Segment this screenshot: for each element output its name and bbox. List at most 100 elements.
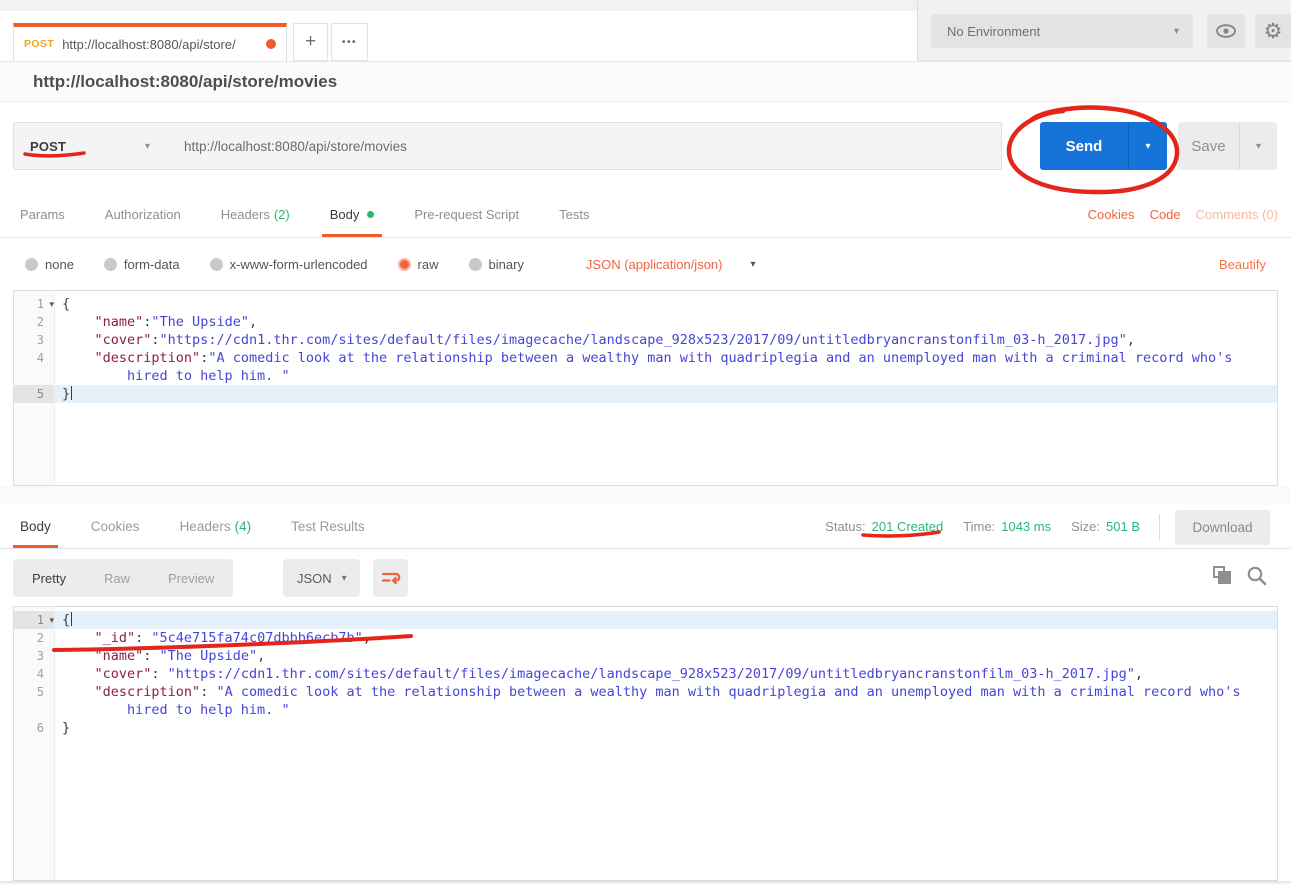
view-raw[interactable]: Raw (85, 571, 149, 586)
tab-headers[interactable]: Headers (2) (221, 191, 290, 237)
response-body-editor[interactable]: 1▾{2"_id": "5c4e715fa74c07dbbb6ecb7b",3"… (13, 606, 1278, 881)
environment-select[interactable]: No Environment ▾ (931, 14, 1193, 48)
tab-body[interactable]: Body (330, 191, 375, 237)
gutter-line-number: 5 (14, 385, 54, 403)
method-select[interactable]: POST ▾ (13, 122, 167, 170)
tab-response-cookies[interactable]: Cookies (91, 505, 140, 548)
bodytype-radio-raw[interactable]: raw (398, 257, 439, 272)
bodytype-radio-binary[interactable]: binary (469, 257, 524, 272)
chevron-down-icon: ▾ (342, 573, 347, 584)
size-value: 501 B (1106, 519, 1140, 534)
send-button[interactable]: Send (1040, 122, 1128, 170)
code-line[interactable]: 2"_id": "5c4e715fa74c07dbbb6ecb7b", (14, 629, 1277, 647)
beautify-link[interactable]: Beautify (1219, 257, 1266, 272)
radio-icon (25, 258, 38, 271)
environment-label: No Environment (931, 24, 1040, 39)
request-tab-method-label: POST (24, 38, 54, 50)
url-input[interactable]: http://localhost:8080/api/store/movies (166, 122, 1002, 170)
response-toolbar: Pretty Raw Preview JSON ▾ (0, 549, 1291, 606)
response-headers-count-badge: (4) (235, 519, 252, 534)
radio-icon (210, 258, 223, 271)
wrap-lines-icon (381, 570, 401, 587)
code-line-text: "description": "A comedic look at the re… (54, 683, 1277, 719)
fold-arrow-icon[interactable]: ▾ (49, 296, 54, 314)
bodytype-radio-none[interactable]: none (25, 257, 74, 272)
new-tab-button[interactable]: + (293, 23, 328, 61)
view-pretty[interactable]: Pretty (13, 571, 85, 586)
code-line[interactable]: 5"description": "A comedic look at the r… (14, 683, 1277, 719)
fold-arrow-icon[interactable]: ▾ (49, 612, 54, 630)
save-button[interactable]: Save (1178, 122, 1239, 170)
meta-divider (1159, 514, 1160, 540)
code-line[interactable]: 1▾{ (14, 295, 1277, 313)
save-options-dropdown[interactable]: ▾ (1239, 122, 1277, 170)
tab-response-headers[interactable]: Headers (4) (180, 505, 252, 548)
radio-icon (104, 258, 117, 271)
code-line[interactable]: 4"cover": "https://cdn1.thr.com/sites/de… (14, 665, 1277, 683)
response-meta: Status: 201 Created Time: 1043 ms Size: … (825, 505, 1140, 548)
bodytype-radio-form-data[interactable]: form-data (104, 257, 180, 272)
section-gap (0, 486, 1291, 505)
environment-quick-look-button[interactable] (1207, 14, 1245, 48)
chevron-down-icon: ▾ (1145, 141, 1150, 152)
ellipsis-icon: ••• (342, 37, 357, 48)
chevron-down-icon: ▾ (750, 259, 755, 270)
code-line[interactable]: 3"cover":"https://cdn1.thr.com/sites/def… (14, 331, 1277, 349)
code-line[interactable]: 2"name":"The Upside", (14, 313, 1277, 331)
code-line[interactable]: 6} (14, 719, 1277, 737)
code-line[interactable]: 4"description":"A comedic look at the re… (14, 349, 1277, 385)
wrap-lines-button[interactable] (373, 559, 408, 597)
url-text: http://localhost:8080/api/store/movies (166, 139, 407, 154)
gear-icon: ⚙ (1264, 21, 1283, 42)
time-label: Time: (963, 519, 995, 534)
method-label: POST (14, 139, 66, 154)
gutter-line-number: 5 (14, 683, 54, 719)
headers-count-badge: (2) (274, 207, 290, 222)
search-icon (1245, 564, 1269, 588)
code-line[interactable]: 1▾{ (14, 611, 1277, 629)
code-line-text: } (54, 385, 1277, 403)
gutter-line-number: 2 (14, 629, 54, 647)
body-filled-dot-icon (367, 211, 374, 218)
send-options-dropdown[interactable]: ▾ (1128, 122, 1167, 170)
request-body-editor[interactable]: 1▾{2"name":"The Upside",3"cover":"https:… (13, 290, 1278, 486)
download-button[interactable]: Download (1175, 510, 1270, 545)
view-preview[interactable]: Preview (149, 571, 233, 586)
radio-icon (469, 258, 482, 271)
response-format-select[interactable]: JSON ▾ (283, 559, 360, 597)
gutter-line-number: 4 (14, 665, 54, 683)
code-line-text: "cover": "https://cdn1.thr.com/sites/def… (54, 665, 1277, 683)
request-builder: POST ▾ http://localhost:8080/api/store/m… (0, 102, 1291, 191)
more-tabs-button[interactable]: ••• (331, 23, 368, 61)
code-line[interactable]: 3"name": "The Upside", (14, 647, 1277, 665)
tab-response-body[interactable]: Body (20, 505, 51, 548)
time-value: 1043 ms (1001, 519, 1051, 534)
settings-button[interactable]: ⚙ (1255, 14, 1291, 48)
tab-pre-request-script[interactable]: Pre-request Script (414, 191, 519, 237)
copy-response-button[interactable] (1212, 565, 1236, 589)
gutter-line-number: 3 (14, 331, 54, 349)
cookies-link[interactable]: Cookies (1088, 207, 1135, 222)
gutter-line-number: 3 (14, 647, 54, 665)
bodytype-radio-urlencoded[interactable]: x-www-form-urlencoded (210, 257, 368, 272)
chevron-down-icon: ▾ (145, 141, 150, 152)
request-tab[interactable]: POST http://localhost:8080/api/store/ (13, 23, 287, 61)
content-type-select[interactable]: JSON (application/json) ▾ (586, 257, 756, 272)
tab-tests[interactable]: Tests (559, 191, 589, 237)
comments-link[interactable]: Comments (0) (1196, 207, 1278, 222)
code-line-text: "name":"The Upside", (54, 313, 1277, 331)
code-line-text: "_id": "5c4e715fa74c07dbbb6ecb7b", (54, 629, 1277, 647)
search-response-button[interactable] (1245, 564, 1269, 588)
code-link[interactable]: Code (1150, 207, 1181, 222)
save-button-group: Save ▾ (1178, 122, 1277, 170)
body-type-row: none form-data x-www-form-urlencoded raw… (0, 238, 1291, 290)
radio-selected-icon (398, 258, 411, 271)
code-line[interactable]: 5} (14, 385, 1277, 403)
tab-authorization[interactable]: Authorization (105, 191, 181, 237)
tab-test-results[interactable]: Test Results (291, 505, 365, 548)
send-label: Send (1066, 138, 1103, 155)
status-label: Status: (825, 519, 865, 534)
plus-icon: + (305, 31, 316, 53)
response-view-switch: Pretty Raw Preview (13, 559, 233, 597)
tab-params[interactable]: Params (20, 191, 65, 237)
